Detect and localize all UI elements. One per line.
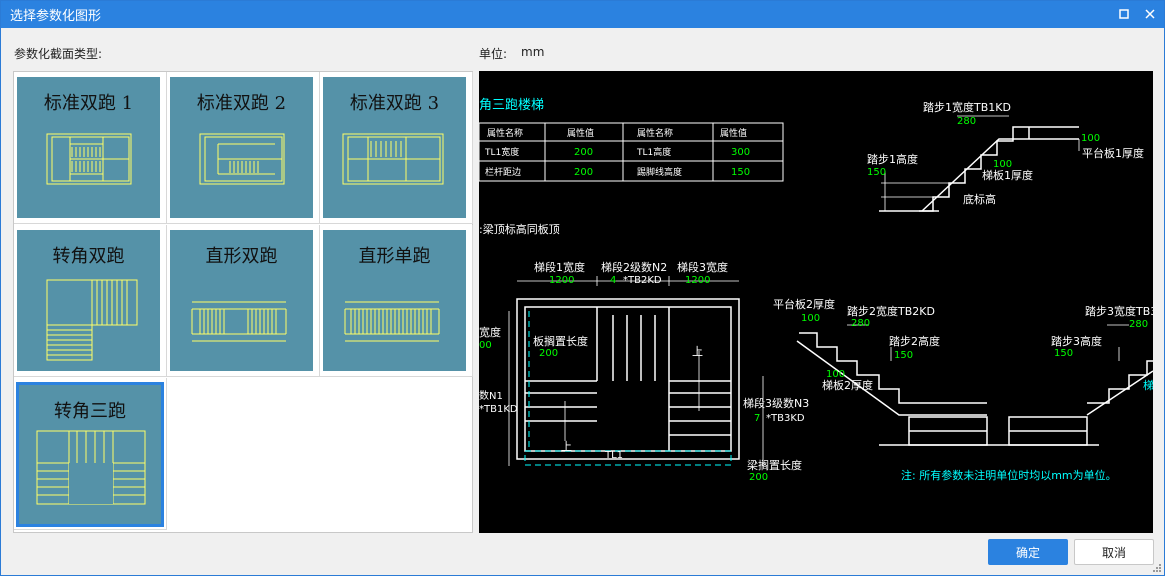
slab1-label: 梯板1厚度 bbox=[982, 168, 1033, 182]
stair-thumbnail-icon bbox=[36, 430, 146, 505]
run3-width-value: 1200 bbox=[685, 275, 710, 286]
landing1-label: 平台板1厚度 bbox=[1082, 146, 1144, 160]
stair-thumbnail-icon bbox=[191, 301, 287, 342]
riser3-value: 150 bbox=[1054, 348, 1073, 359]
riser1-label: 踏步1高度 bbox=[867, 152, 918, 166]
resize-grip-icon[interactable] bbox=[1152, 563, 1162, 573]
window-title: 选择参数化图形 bbox=[10, 9, 102, 24]
tread2-label: 踏步2宽度TB2KD bbox=[847, 304, 935, 318]
drawing-title: 角三跑楼梯 bbox=[479, 98, 544, 113]
riser1-value: 150 bbox=[867, 167, 886, 178]
table-header: 属性名称 bbox=[487, 127, 523, 139]
run1-steps-formula: *TB1KD bbox=[479, 404, 518, 415]
width-value: 00 bbox=[479, 340, 492, 351]
shape-card: 转角双跑 bbox=[17, 230, 160, 371]
stair-thumbnail-icon bbox=[199, 133, 285, 185]
ok-button[interactable]: 确定 bbox=[988, 539, 1068, 565]
run3-steps-formula: *TB3KD bbox=[766, 413, 805, 424]
tread3-label: 踏步3宽度TB3 bbox=[1085, 304, 1153, 318]
stair-thumbnail-icon bbox=[344, 301, 440, 342]
shape-option-corner-double[interactable]: 转角双跑 bbox=[14, 225, 167, 377]
run2-steps-label: 梯段2级数N2 bbox=[601, 260, 667, 274]
close-icon[interactable] bbox=[1141, 5, 1159, 23]
unit-value: mm bbox=[521, 45, 545, 59]
slab2-label: 梯板2厚度 bbox=[822, 378, 873, 392]
unit-label: 单位: bbox=[479, 47, 508, 61]
shape-card: 转角三跑 bbox=[16, 382, 164, 527]
section-type-label: 参数化截面类型: bbox=[14, 47, 103, 61]
beam-rest-label: 梁搁置长度 bbox=[747, 458, 802, 472]
shape-option-standard-double-2[interactable]: 标准双跑 2 bbox=[167, 72, 320, 224]
maximize-icon[interactable] bbox=[1115, 5, 1133, 23]
stair-thumbnail-icon bbox=[342, 133, 444, 185]
dialog-window: 选择参数化图形 参数化截面类型: 单位: mm 标准双跑 1 标准双跑 2 标准… bbox=[0, 0, 1165, 576]
beam-rest-value: 200 bbox=[749, 472, 768, 483]
table-header: 属性值 bbox=[720, 127, 747, 139]
run2-steps-value: 4 bbox=[610, 275, 616, 286]
table-cell: TL1高度 bbox=[636, 146, 671, 158]
tread1-value: 280 bbox=[957, 116, 976, 127]
table-header: 属性名称 bbox=[637, 127, 673, 139]
shape-option-straight-double[interactable]: 直形双跑 bbox=[167, 225, 320, 377]
stair-thumbnail-icon bbox=[46, 279, 138, 361]
unit-footnote: 注: 所有参数未注明单位时均以mm为单位。 bbox=[901, 468, 1117, 482]
shape-option-corner-triple[interactable]: 转角三跑 bbox=[14, 378, 167, 530]
shape-option-standard-double-1[interactable]: 标准双跑 1 bbox=[14, 72, 167, 224]
table-header: 属性值 bbox=[567, 127, 594, 139]
table-cell: 200 bbox=[574, 147, 593, 158]
run1-steps-label: 数N1 bbox=[479, 389, 503, 402]
slab-rest-value: 200 bbox=[539, 348, 558, 359]
up-arrow-label: 上 bbox=[561, 440, 572, 453]
shape-card: 标准双跑 1 bbox=[17, 77, 160, 218]
tl1-label: TL1 bbox=[604, 450, 623, 461]
table-cell: TL1宽度 bbox=[484, 146, 519, 158]
landing2-label: 平台板2厚度 bbox=[773, 297, 835, 311]
table-cell: 踢脚线高度 bbox=[637, 166, 682, 178]
table-cell: 200 bbox=[574, 167, 593, 178]
width-label: 宽度 bbox=[479, 325, 501, 339]
title-bar: 选择参数化图形 bbox=[1, 1, 1164, 28]
tread3-value: 280 bbox=[1129, 319, 1148, 330]
run3-width-label: 梯段3宽度 bbox=[677, 260, 728, 274]
shape-card: 直形单跑 bbox=[323, 230, 466, 371]
slab-rest-label: 板搁置长度 bbox=[533, 334, 588, 348]
stair-drawing: 角三跑楼梯 属性名称 属性值 属性名称 属性值 TL1宽度 200 TL1高度 … bbox=[479, 98, 1153, 483]
cancel-button[interactable]: 取消 bbox=[1074, 539, 1154, 565]
up-arrow-label: 上 bbox=[692, 345, 703, 358]
run1-width-value: 1200 bbox=[549, 275, 574, 286]
table-cell: 栏杆距边 bbox=[485, 166, 521, 178]
table-cell: 300 bbox=[731, 147, 750, 158]
run3-steps-label: 梯段3级数N3 bbox=[743, 396, 809, 410]
shape-option-standard-double-3[interactable]: 标准双跑 3 bbox=[320, 72, 473, 224]
shape-card: 标准双跑 3 bbox=[323, 77, 466, 218]
tread1-label: 踏步1宽度TB1KD bbox=[923, 100, 1011, 114]
run2-steps-formula: *TB2KD bbox=[623, 275, 662, 286]
preview-drawing: 角三跑楼梯 属性名称 属性值 属性名称 属性值 TL1宽度 200 TL1高度 … bbox=[479, 71, 1153, 533]
riser2-label: 踏步2高度 bbox=[889, 334, 940, 348]
beam-note: :梁顶标高同板顶 bbox=[479, 222, 560, 236]
shape-card: 直形双跑 bbox=[170, 230, 313, 371]
base-elev-label: 底标高 bbox=[963, 192, 996, 206]
slab3-label: 梯 bbox=[1143, 379, 1153, 392]
landing2-value: 100 bbox=[801, 313, 820, 324]
shape-card: 标准双跑 2 bbox=[170, 77, 313, 218]
stair-thumbnail-icon bbox=[46, 133, 132, 185]
riser3-label: 踏步3高度 bbox=[1051, 334, 1102, 348]
shape-grid: 标准双跑 1 标准双跑 2 标准双跑 3 转角双跑 直形双跑 直形单跑 转角三跑 bbox=[13, 71, 473, 533]
tread2-value: 280 bbox=[851, 318, 870, 329]
landing1-value: 100 bbox=[1081, 133, 1100, 144]
run1-width-label: 梯段1宽度 bbox=[534, 260, 585, 274]
run3-steps-value: 7 bbox=[754, 413, 760, 424]
riser2-value: 150 bbox=[894, 350, 913, 361]
table-cell: 150 bbox=[731, 167, 750, 178]
shape-option-straight-single[interactable]: 直形单跑 bbox=[320, 225, 473, 377]
